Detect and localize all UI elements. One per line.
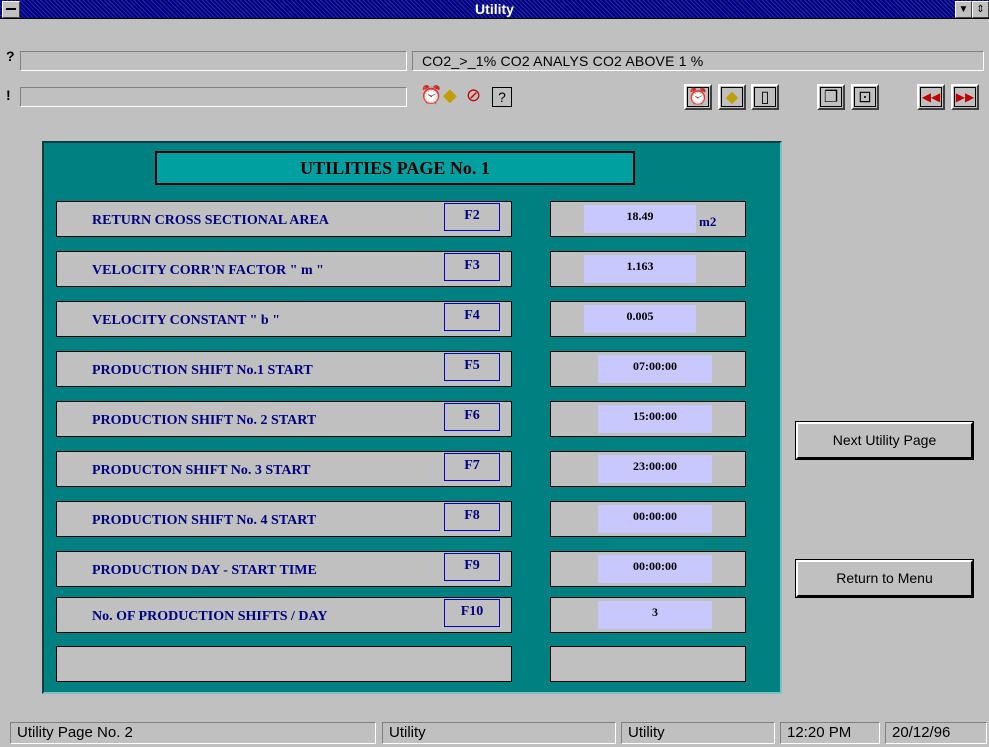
- status-page: Utility Page No. 2: [10, 722, 376, 744]
- value-box: 23:00:00: [550, 451, 746, 487]
- function-key-button[interactable]: F6: [444, 403, 500, 431]
- row-label: PRODUCTION DAY - START TIME: [92, 563, 317, 578]
- warning-diamond-icon[interactable]: ◆: [443, 85, 457, 106]
- value-box: 18.49 m2: [550, 201, 746, 237]
- value-field[interactable]: 15:00:00: [598, 405, 712, 433]
- row-label: PRODUCTION SHIFT No. 2 START: [92, 413, 317, 428]
- empty-value-box: [550, 646, 746, 682]
- value-field[interactable]: 1.163: [584, 255, 696, 283]
- value-field[interactable]: 00:00:00: [598, 505, 712, 533]
- function-key-button[interactable]: F3: [444, 253, 500, 281]
- alarm-field-lower: [20, 87, 407, 107]
- status-utility-1: Utility: [382, 722, 616, 744]
- restore-button[interactable]: ⇕: [972, 1, 989, 18]
- value-field[interactable]: 0.005: [584, 305, 696, 333]
- value-field[interactable]: 23:00:00: [598, 455, 712, 483]
- row-label: PRODUCTION SHIFT No. 4 START: [92, 513, 317, 528]
- next-utility-page-button[interactable]: Next Utility Page: [795, 421, 974, 460]
- row-label: PRODUCTION SHIFT No.1 START: [92, 363, 313, 378]
- minimize-button[interactable]: ▼: [955, 1, 972, 18]
- document-icon: ▯: [754, 87, 776, 107]
- value-box: 07:00:00: [550, 351, 746, 387]
- function-key-button[interactable]: F9: [444, 553, 500, 581]
- value-unit: m2: [699, 214, 717, 229]
- fast-forward-icon: ▶▶: [954, 87, 976, 107]
- alarm-message: CO2_>_1% CO2 ANALYS CO2 ABOVE 1 %: [422, 53, 704, 69]
- exclaim-mark: !: [6, 87, 11, 103]
- rewind-icon: ◀◀: [920, 87, 942, 107]
- document-button[interactable]: ▯: [751, 84, 779, 110]
- rewind-button[interactable]: ◀◀: [917, 84, 945, 110]
- warning-diamond-icon: ◆: [721, 87, 743, 107]
- value-field[interactable]: 07:00:00: [598, 355, 712, 383]
- export-icon: ⊡: [854, 87, 876, 107]
- toolbar-gap: [784, 84, 796, 110]
- value-field[interactable]: 18.49: [584, 205, 696, 233]
- function-key-button[interactable]: F2: [444, 203, 500, 231]
- alarm-clock-icon[interactable]: ⏰: [420, 85, 442, 106]
- row-label: No. OF PRODUCTION SHIFTS / DAY: [92, 609, 328, 624]
- value-box: 1.163: [550, 251, 746, 287]
- status-time: 12:20 PM: [780, 722, 880, 744]
- row-label: PRODUCTON SHIFT No. 3 START: [92, 463, 311, 478]
- value-box: 3: [550, 597, 746, 633]
- page-title: UTILITIES PAGE No. 1: [155, 151, 635, 185]
- function-key-button[interactable]: F7: [444, 453, 500, 481]
- return-to-menu-button[interactable]: Return to Menu: [795, 559, 974, 598]
- copy-pages-button[interactable]: ❐: [817, 84, 845, 110]
- alarm-field-left: [20, 51, 407, 71]
- acknowledge-button[interactable]: ◆: [718, 84, 746, 110]
- status-date: 20/12/96: [885, 722, 987, 744]
- copy-pages-icon: ❐: [820, 87, 842, 107]
- alarm-clock-button[interactable]: ⏰: [684, 84, 712, 110]
- alarm-message-row: ? CO2_>_1% CO2 ANALYS CO2 ABOVE 1 %: [0, 48, 989, 72]
- empty-label-box: [56, 646, 512, 682]
- function-key-button[interactable]: F5: [444, 353, 500, 381]
- function-key-button[interactable]: F4: [444, 303, 500, 331]
- export-button[interactable]: ⊡: [851, 84, 879, 110]
- row-label: VELOCITY CORR'N FACTOR " m ": [92, 263, 324, 278]
- help-mark: ?: [6, 48, 15, 64]
- value-box: 00:00:00: [550, 501, 746, 537]
- fast-forward-button[interactable]: ▶▶: [951, 84, 979, 110]
- function-key-button[interactable]: F8: [444, 503, 500, 531]
- value-field[interactable]: 00:00:00: [598, 555, 712, 583]
- status-utility-2: Utility: [621, 722, 775, 744]
- help-pointer-icon[interactable]: ?: [492, 87, 512, 107]
- row-label: RETURN CROSS SECTIONAL AREA: [92, 213, 329, 228]
- window-title: Utility: [475, 1, 514, 17]
- no-alarm-icon[interactable]: ⊘: [466, 85, 481, 106]
- value-box: 00:00:00: [550, 551, 746, 587]
- title-bar: Utility ▼ ⇕: [0, 0, 989, 19]
- function-key-button[interactable]: F10: [444, 599, 500, 627]
- value-box: 0.005: [550, 301, 746, 337]
- value-box: 15:00:00: [550, 401, 746, 437]
- row-label: VELOCITY CONSTANT " b ": [92, 313, 280, 328]
- value-field[interactable]: 3: [598, 601, 712, 629]
- alarm-clock-icon: ⏰: [687, 87, 709, 107]
